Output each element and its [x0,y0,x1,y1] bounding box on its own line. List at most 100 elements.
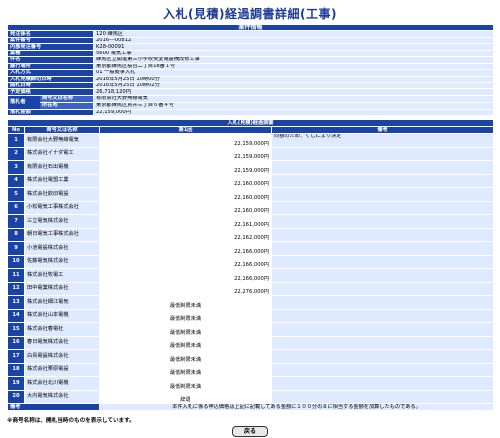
bid-no: 6 [7,200,25,215]
bid-amount: 最低制限未満 [99,376,272,391]
table-row: 17 白鳥電設株式会社 最低制限未満 [7,349,494,364]
winning-price-label: 落札金額 [7,108,94,117]
bid-note [271,268,494,283]
bid-no: 4 [7,173,25,188]
bid-amount: 辞退 [99,389,272,404]
bid-amount: 22,159,000円 [99,133,272,148]
table-row: 2 株式会社イナダ電工 22,159,000円 [7,146,494,161]
bid-note [271,254,494,269]
winner-row: 落札者 商号又は名称 所在地 有限会社大野無線電気 [7,94,495,110]
bid-note [271,241,494,256]
winning-price-value: 22,159,000円 [92,108,495,117]
table-row: 3 有限会社石出電機 22,159,000円 [7,160,494,175]
bid-amount: 最低制限未満 [99,335,272,350]
bidder-name: 株式会社イナダ電工 [24,146,100,161]
bid-no: 2 [7,146,25,161]
header-round: 第1回 [99,126,272,134]
bidder-name: 三立電気株式会社 [24,214,100,229]
bid-amount: 22,166,000円 [99,254,272,269]
bid-amount: 22,276,000円 [99,281,272,296]
table-row: 4 株式会社電盟工業 22,160,000円 [7,173,494,188]
bidder-name: 白鳥電設株式会社 [24,349,100,364]
bid-no: 9 [7,241,25,256]
bidder-name: 春日電気株式会社 [24,335,100,350]
table-row: 7 三立電気株式会社 22,161,000円 [7,214,494,229]
bid-note [271,160,494,175]
bid-amount: 最低制限未満 [99,349,272,364]
bid-no: 10 [7,254,25,269]
bid-table: 入札(見積)経過調書 No 商号又は名称 第1回 備考 1 有限会社大野無線電気 2… [7,119,494,411]
table-row: 18 株式会社栗原電設 最低制限未満 [7,362,494,377]
bidder-name: 株式会社欽旧電設 [24,187,100,202]
bidder-name: 小松電気工事株式会社 [24,200,100,215]
table-row: 14 株式会社山本電機 最低制限未満 [7,308,494,323]
bid-amount: 最低制限未満 [99,308,272,323]
header-no: No [7,126,25,134]
winner-address: 東京都練馬区貫井三丁目６番４号 [92,101,495,110]
case-info-table: 案件情報 発注係名 120 練馬区 案件番号 2016---00812 内部発注番号 K2… [6,23,495,117]
bid-no: 14 [7,308,25,323]
bid-amount: 22,160,000円 [99,200,272,215]
bid-amount: 22,166,000円 [99,268,272,283]
table-row: 5 株式会社欽旧電設 22,160,000円 [7,187,494,202]
back-button[interactable]: 戻る [232,426,268,437]
table-row: 9 小池電設株式会社 22,166,000円 [7,241,494,256]
bid-no: 3 [7,160,25,175]
winner-address-label: 所在地 [40,101,93,109]
bid-amount: 22,162,000円 [99,227,272,242]
page: 入札(見積)経過調書詳細(工事) 案件情報 発注係名 120 練馬区 案件番号 201… [0,0,500,438]
bid-amount: 最低制限未満 [99,322,272,337]
remark-row: 備考 本件入札に係る申込価格は上記に記載してある金額に１００分の８に相当する金額を… [7,403,494,411]
bid-amount: 22,160,000円 [99,173,272,188]
winning-price-row: 落札金額 22,159,000円 [7,108,495,117]
bid-note [271,214,494,229]
bidder-name: 小池電設株式会社 [24,241,100,256]
bid-no: 16 [7,335,25,350]
bidder-name: 大内電気株式会社 [24,389,100,404]
table-row: 15 株式会社春電社 最低制限未満 [7,322,494,337]
bid-no: 8 [7,227,25,242]
bid-no: 12 [7,281,25,296]
bid-note: 同額のため、くじにより決定 [271,133,494,148]
bid-note [271,349,494,364]
bid-no: 17 [7,349,25,364]
table-row: 11 株式会社牧電工 22,166,000円 [7,268,494,283]
table-row: 10 佐藤電気株式会社 22,166,000円 [7,254,494,269]
bid-amount: 22,166,000円 [99,241,272,256]
bid-no: 11 [7,268,25,283]
bid-note [271,146,494,161]
bid-no: 19 [7,376,25,391]
table-row: 8 朝日電気工事株式会社 22,162,000円 [7,227,494,242]
winner-label: 落札者 [10,98,26,105]
table-row: 12 田中電業株式会社 22,276,000円 [7,281,494,296]
bid-note [271,187,494,202]
bid-note [271,389,494,404]
bidder-name: 株式会社北川電機 [24,376,100,391]
bid-note [271,322,494,337]
table-row: 13 株式会社細江電気 最低制限未満 [7,295,494,310]
bid-no: 18 [7,362,25,377]
bid-no: 1 [7,133,25,148]
table-row: 1 有限会社大野無線電気 22,159,000円 同額のため、くじにより決定 [7,133,494,148]
table-row: 19 株式会社北川電機 最低制限未満 [7,376,494,391]
bidder-name: 株式会社栗原電設 [24,362,100,377]
bidder-name: 株式会社山本電機 [24,308,100,323]
bidder-name: 株式会社電盟工業 [24,173,100,188]
bid-no: 7 [7,214,25,229]
winner-name: 有限会社大野無線電気 [92,94,495,103]
bid-no: 5 [7,187,25,202]
bidder-name: 朝日電気工事株式会社 [24,227,100,242]
bid-amount: 22,160,000円 [99,187,272,202]
bid-note [271,227,494,242]
bid-note [271,335,494,350]
header-name: 商号又は名称 [24,126,100,134]
header-note: 備考 [271,126,494,134]
bid-amount: 最低制限未満 [99,362,272,377]
bid-no: 20 [7,389,25,404]
bid-note [271,308,494,323]
bid-amount: 22,161,000円 [99,214,272,229]
remark-text: 本件入札に係る申込価格は上記に記載してある金額に１００分の８に相当する金額を加算… [99,403,494,411]
bid-note [271,173,494,188]
bid-note [271,200,494,215]
bidder-name: 有限会社大野無線電気 [24,133,100,148]
